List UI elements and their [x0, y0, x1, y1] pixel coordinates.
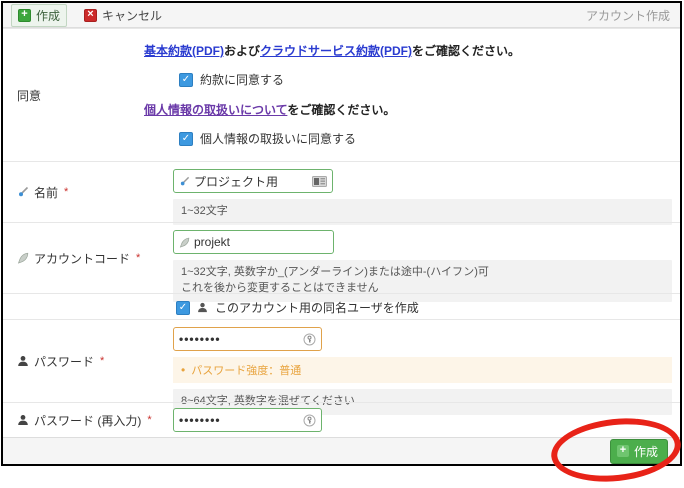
- required-mark: *: [100, 355, 104, 367]
- feather-icon: [179, 237, 190, 248]
- password-confirm-input[interactable]: [179, 413, 299, 427]
- user-icon: [17, 414, 29, 426]
- create-button-top[interactable]: 作成: [11, 4, 67, 27]
- page-title: アカウント作成: [586, 7, 670, 24]
- account-code-input[interactable]: [194, 235, 328, 249]
- account-code-field-area: 1~32文字, 英数字か_(アンダーライン)または途中-(ハイフン)可 これを後…: [173, 223, 680, 293]
- keyboard-icon: [312, 176, 327, 187]
- consent-row-label: 同意: [3, 29, 144, 161]
- same-user-row: このアカウント用の同名ユーザを作成: [3, 293, 680, 319]
- create-button-top-label: 作成: [36, 7, 60, 24]
- create-button-bottom[interactable]: 作成: [610, 439, 668, 464]
- terms-agree-label: 約款に同意する: [200, 71, 284, 88]
- privacy-agree-label: 個人情報の取扱いに同意する: [200, 130, 356, 147]
- user-icon: [17, 355, 29, 367]
- brush-icon: [17, 186, 29, 198]
- consent-row: 同意 基本約款(PDF)およびクラウドサービス約款(PDF)をご確認ください。 …: [3, 28, 680, 161]
- account-create-window: 作成 キャンセル アカウント作成 同意 基本約款(PDF)およびクラウドサービス…: [1, 1, 682, 466]
- password-strength-message: • パスワード強度：普通: [173, 357, 672, 383]
- feather-icon: [17, 252, 29, 264]
- password-row: パスワード * • パスワード強度：普通 8~64文字, 英数字を混ぜてください: [3, 319, 680, 402]
- password-input-wrap: [173, 327, 322, 351]
- required-mark: *: [147, 414, 151, 426]
- password-input[interactable]: [179, 332, 299, 346]
- add-icon: [18, 9, 31, 22]
- cancel-icon: [84, 9, 97, 22]
- name-input[interactable]: [194, 174, 308, 188]
- key-icon: [303, 333, 316, 346]
- key-icon: [303, 414, 316, 427]
- password-confirm-row: パスワード (再入力) *: [3, 402, 680, 437]
- toolbar: 作成 キャンセル アカウント作成: [3, 3, 680, 28]
- password-field-area: • パスワード強度：普通 8~64文字, 英数字を混ぜてください: [173, 320, 680, 402]
- terms-agree-line: 約款に同意する: [144, 71, 672, 88]
- same-user-label: このアカウント用の同名ユーザを作成: [215, 299, 419, 316]
- password-confirm-field-area: [173, 403, 680, 437]
- required-mark: *: [136, 252, 140, 264]
- account-code-row: アカウントコード * 1~32文字, 英数字か_(アンダーライン)または途中-(…: [3, 222, 680, 293]
- account-code-input-wrap: [173, 230, 334, 254]
- name-input-wrap: [173, 169, 333, 193]
- user-icon: [197, 302, 208, 313]
- cancel-button[interactable]: キャンセル: [77, 4, 169, 27]
- plus-icon: [617, 445, 629, 457]
- cloud-terms-pdf-link[interactable]: クラウドサービス約款(PDF): [260, 44, 412, 58]
- account-code-row-label: アカウントコード *: [3, 223, 173, 293]
- name-field-area: 1~32文字: [173, 162, 680, 222]
- password-confirm-input-wrap: [173, 408, 322, 432]
- name-row-label: 名前 *: [3, 162, 173, 222]
- privacy-agree-checkbox[interactable]: [179, 132, 193, 146]
- privacy-agree-line: 個人情報の取扱いに同意する: [144, 130, 672, 147]
- same-user-field-area: このアカウント用の同名ユーザを作成: [173, 294, 680, 319]
- same-user-line: このアカウント用の同名ユーザを作成: [173, 299, 672, 316]
- password-confirm-row-label: パスワード (再入力) *: [3, 403, 173, 437]
- name-row: 名前 * 1~32文字: [3, 161, 680, 222]
- privacy-confirm-line: 個人情報の取扱いについてをご確認ください。: [144, 101, 672, 118]
- cancel-button-label: キャンセル: [102, 7, 162, 24]
- terms-pdf-link[interactable]: 基本約款(PDF): [144, 44, 224, 58]
- password-row-label: パスワード *: [3, 320, 173, 402]
- create-button-bottom-label: 作成: [634, 443, 658, 460]
- footer-bar: 作成: [3, 437, 680, 464]
- terms-agree-checkbox[interactable]: [179, 73, 193, 87]
- brush-icon: [179, 176, 190, 187]
- consent-content: 基本約款(PDF)およびクラウドサービス約款(PDF)をご確認ください。 約款に…: [144, 29, 680, 161]
- privacy-policy-link[interactable]: 個人情報の取扱いについて: [144, 103, 287, 117]
- terms-confirm-line: 基本約款(PDF)およびクラウドサービス約款(PDF)をご確認ください。: [144, 42, 672, 59]
- same-user-row-label: [3, 294, 173, 319]
- same-user-checkbox[interactable]: [176, 301, 190, 315]
- required-mark: *: [64, 186, 68, 198]
